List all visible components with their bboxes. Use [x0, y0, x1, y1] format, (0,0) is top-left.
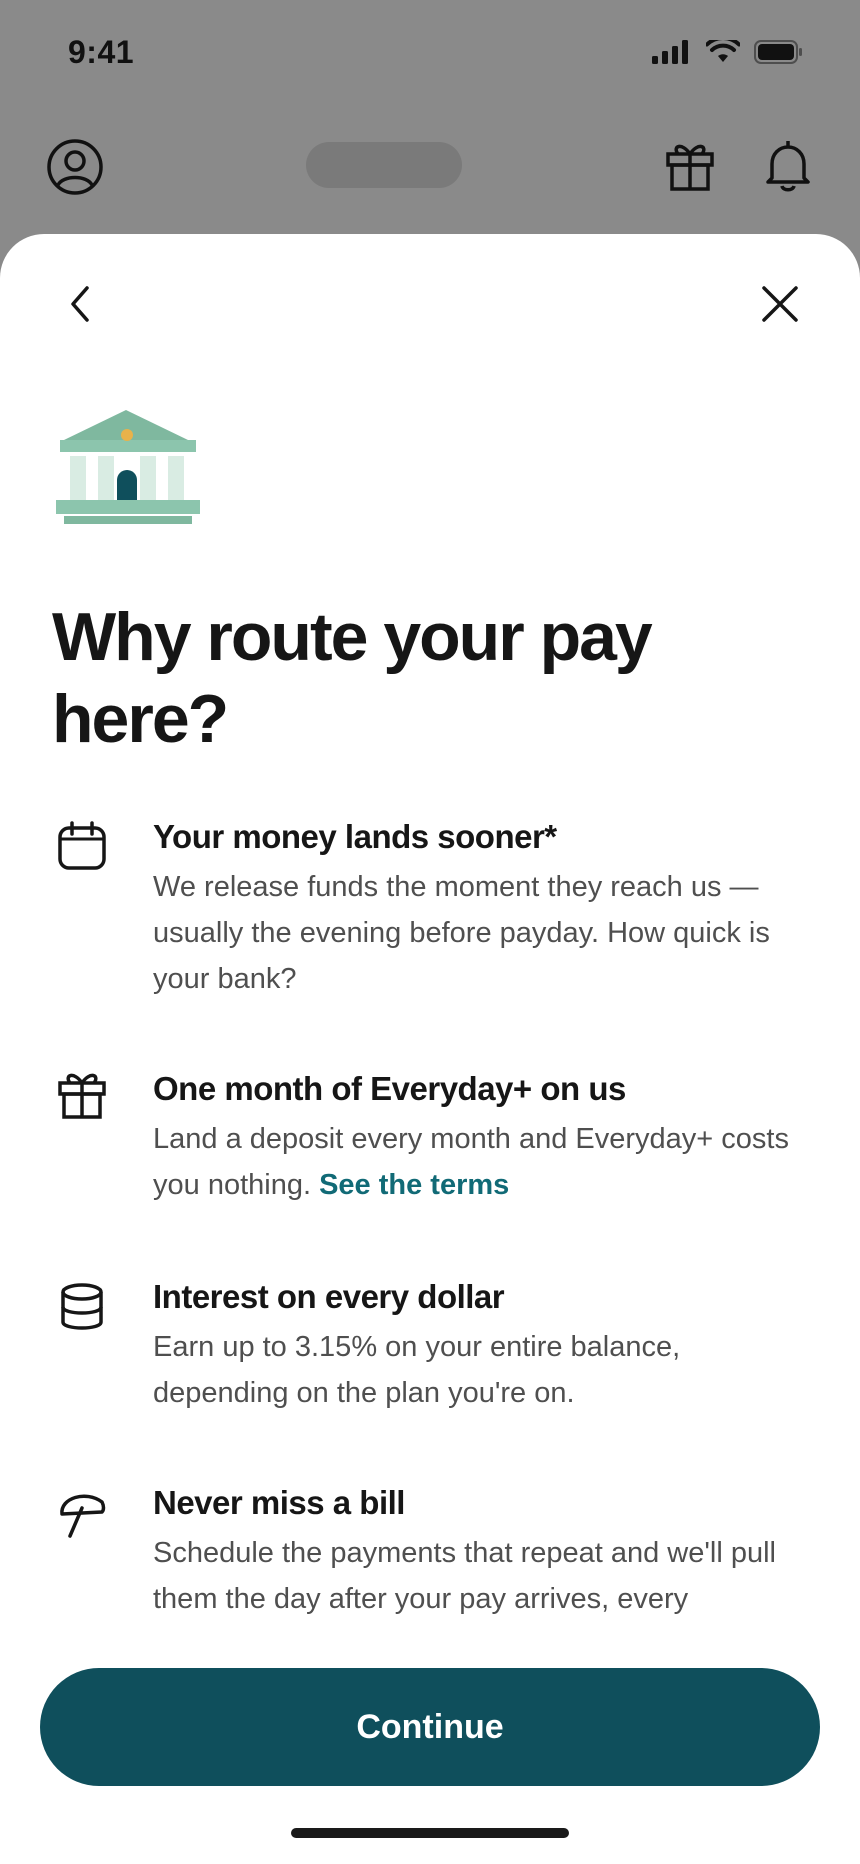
home-indicator — [291, 1828, 569, 1838]
cellular-signal-icon — [652, 40, 688, 64]
status-time: 9:41 — [68, 34, 135, 70]
benefit-description: We release funds the moment they reach u… — [153, 871, 770, 995]
status-icons — [652, 40, 804, 64]
status-bar: 9:41 — [0, 0, 860, 110]
benefit-description: Schedule the payments that repeat and we… — [153, 1537, 776, 1615]
see-terms-link[interactable]: See the terms — [319, 1169, 509, 1201]
battery-icon — [754, 40, 802, 64]
close-icon — [762, 286, 798, 322]
continue-button[interactable]: Continue — [40, 1668, 820, 1786]
gift-icon[interactable] — [664, 138, 716, 192]
calendar-icon — [58, 821, 106, 870]
bell-icon[interactable] — [762, 138, 814, 194]
benefit-title: One month of Everyday+ on us — [153, 1070, 626, 1107]
bottom-sheet: Why route your pay here? Your money land… — [0, 234, 860, 1864]
bank-illustration — [56, 410, 200, 524]
umbrella-icon — [60, 1494, 106, 1538]
benefit-title: Interest on every dollar — [153, 1278, 505, 1315]
person-circle-icon[interactable] — [46, 138, 104, 196]
back-button[interactable] — [50, 274, 110, 334]
page-title: Why route your pay here? — [52, 599, 653, 757]
coins-stack-icon — [61, 1283, 103, 1330]
benefit-description: Land a deposit every month and Everyday+… — [153, 1116, 813, 1208]
app-header — [0, 110, 860, 234]
benefit-description: Earn up to 3.15% on your entire balance,… — [153, 1331, 681, 1409]
benefit-title: Never miss a bill — [153, 1484, 405, 1521]
chevron-left-icon — [71, 286, 89, 322]
gift-icon — [58, 1073, 106, 1119]
benefit-title: Your money lands sooner* — [153, 818, 557, 855]
close-button[interactable] — [750, 274, 810, 334]
header-title-placeholder — [306, 142, 462, 188]
wifi-icon — [706, 40, 740, 62]
